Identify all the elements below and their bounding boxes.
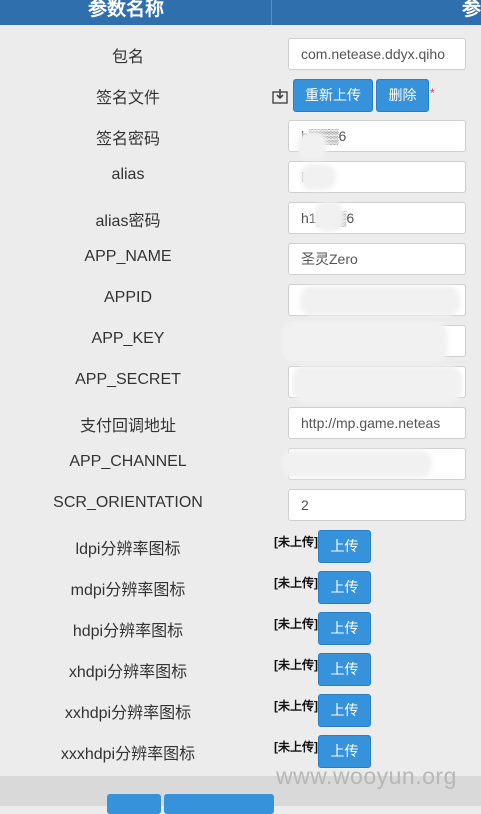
upload-xhdpi-button[interactable]: 上传 (318, 653, 371, 686)
row-label-alias-password: alias密码 (95, 213, 161, 230)
icon-status-xxxhdpi: [未上传] (274, 740, 318, 754)
callback-url-input[interactable]: http://mp.game.neteas (288, 407, 466, 439)
redaction-mask (297, 132, 327, 160)
row-label-app-secret: APP_SECRET (75, 371, 181, 388)
icon-label-xxxhdpi: xxxhdpi分辨率图标 (60, 746, 196, 763)
table-header: 参数名称 参 (0, 0, 481, 25)
icon-status-xxhdpi: [未上传] (274, 699, 318, 713)
redaction-mask (300, 164, 336, 190)
required-mark: * (430, 86, 435, 100)
icon-label-ldpi: ldpi分辨率图标 (75, 541, 181, 558)
upload-mdpi-button[interactable]: 上传 (318, 571, 371, 604)
icon-label-xxhdpi: xxhdpi分辨率图标 (64, 705, 192, 722)
package-input[interactable]: com.netease.ddyx.qiho (288, 38, 466, 70)
scr-orientation-input[interactable]: 2 (288, 489, 466, 521)
icon-status-mdpi: [未上传] (274, 576, 318, 590)
icon-status-ldpi: [未上传] (274, 535, 318, 549)
icon-label-mdpi: mdpi分辨率图标 (70, 582, 186, 599)
redaction-mask (292, 366, 462, 402)
row-label-alias: alias (111, 166, 145, 183)
icon-status-hdpi: [未上传] (274, 617, 318, 631)
watermark-text: www.wooyun.org (276, 763, 457, 789)
row-label-package: 包名 (111, 49, 144, 66)
icon-label-xhdpi: xhdpi分辨率图标 (68, 664, 188, 681)
upload-xxhdpi-button[interactable]: 上传 (318, 694, 371, 727)
icon-status-xhdpi: [未上传] (274, 658, 318, 672)
upload-hdpi-button[interactable]: 上传 (318, 612, 371, 645)
redaction-mask (282, 450, 432, 478)
upload-ldpi-button[interactable]: 上传 (318, 530, 371, 563)
header-column-name: 参数名称 (0, 0, 272, 25)
header-param-name: 参数名称 (88, 0, 165, 20)
icon-label-hdpi: hdpi分辨率图标 (72, 623, 184, 640)
header-param-value: 参 (462, 0, 481, 20)
redaction-mask (300, 286, 460, 316)
footer-secondary-button[interactable] (164, 794, 274, 814)
row-label-callback-url: 支付回调地址 (79, 418, 176, 435)
redaction-mask (314, 202, 344, 232)
row-label-scr-orientation: SCR_ORIENTATION (53, 494, 203, 511)
app-name-input[interactable]: 圣灵Zero (288, 243, 466, 275)
row-label-sign-file: 签名文件 (95, 90, 160, 107)
file-upload-icon (272, 88, 288, 104)
delete-button[interactable]: 删除 (376, 79, 429, 112)
reupload-button[interactable]: 重新上传 (293, 79, 373, 112)
row-label-app-key: APP_KEY (91, 330, 165, 347)
row-label-appid: APPID (103, 289, 152, 306)
row-label-sign-password: 签名密码 (95, 131, 160, 148)
row-label-app-channel: APP_CHANNEL (69, 453, 187, 470)
redaction-mask (282, 322, 448, 362)
row-label-app-name: APP_NAME (84, 248, 172, 265)
footer-submit-button[interactable] (107, 794, 161, 814)
